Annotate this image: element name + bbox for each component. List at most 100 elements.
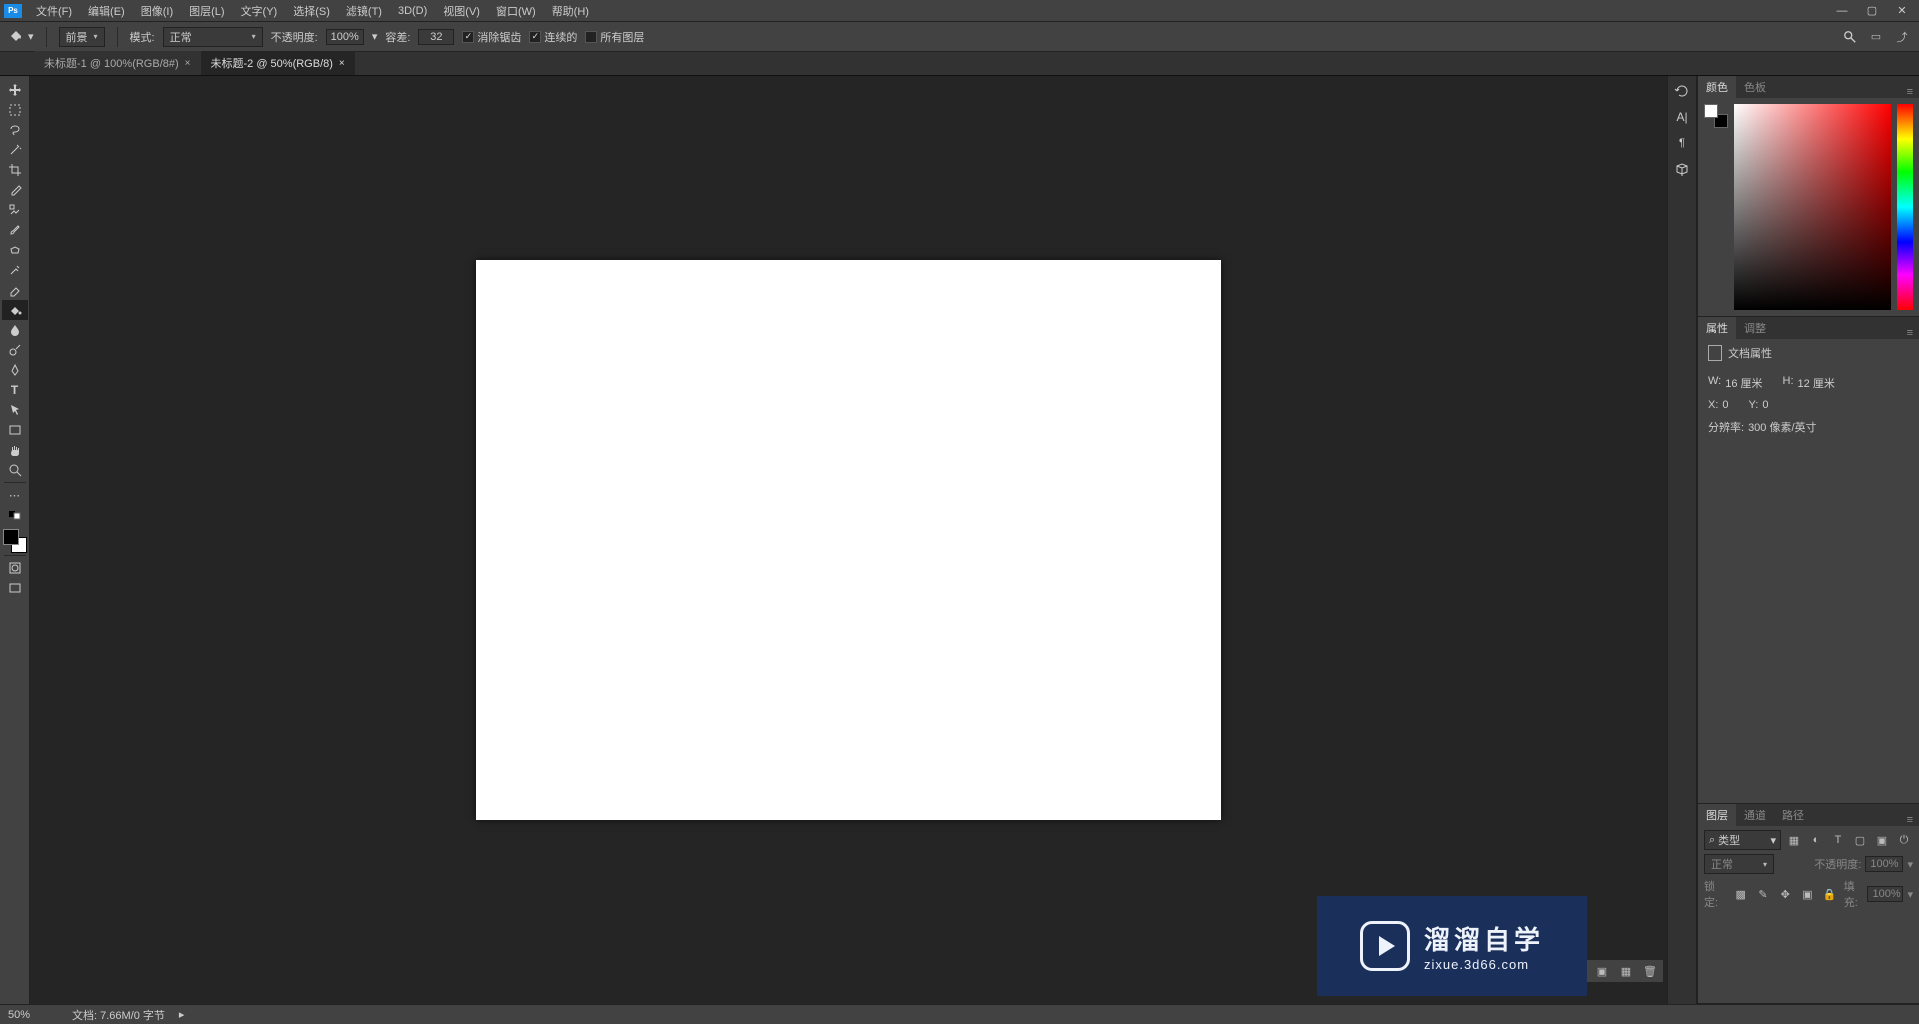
search-icon[interactable]: [1841, 28, 1859, 46]
history-panel-icon[interactable]: [1673, 82, 1691, 100]
document-tab[interactable]: 未标题-1 @ 100%(RGB/8#) ×: [34, 51, 201, 75]
clone-stamp-tool[interactable]: [2, 240, 28, 260]
eyedropper-tool[interactable]: [2, 180, 28, 200]
eraser-tool[interactable]: [2, 280, 28, 300]
edit-toolbar-button[interactable]: ⋯: [2, 485, 28, 505]
document-tab[interactable]: 未标题-2 @ 50%(RGB/8) ×: [201, 51, 355, 75]
fill-source-dropdown[interactable]: 前景 ▾: [59, 27, 105, 47]
all-layers-checkbox[interactable]: 所有图层: [585, 29, 644, 45]
layer-blend-mode-dropdown[interactable]: 正常 ▾: [1704, 854, 1774, 874]
close-icon[interactable]: ×: [185, 58, 191, 69]
tab-paths[interactable]: 路径: [1774, 804, 1812, 826]
blend-mode-dropdown[interactable]: 正常 ▾: [163, 27, 263, 47]
menu-view[interactable]: 视图(V): [435, 1, 488, 21]
character-panel-icon[interactable]: A|: [1673, 108, 1691, 126]
new-layer-icon[interactable]: ▦: [1617, 962, 1635, 980]
magic-wand-tool[interactable]: [2, 140, 28, 160]
marquee-tool[interactable]: [2, 100, 28, 120]
filter-type-icon[interactable]: T: [1829, 831, 1847, 849]
filter-smart-icon[interactable]: ▣: [1873, 831, 1891, 849]
lock-transparency-icon[interactable]: ▩: [1733, 885, 1749, 903]
lock-all-icon[interactable]: 🔒: [1822, 885, 1838, 903]
layer-blend-mode-value: 正常: [1711, 856, 1733, 872]
foreground-color-swatch[interactable]: [3, 529, 19, 545]
tool-preset[interactable]: ▾: [8, 27, 34, 46]
close-button[interactable]: ✕: [1889, 4, 1915, 18]
history-brush-tool[interactable]: [2, 260, 28, 280]
canvas[interactable]: [476, 260, 1221, 820]
maximize-button[interactable]: ▢: [1859, 4, 1885, 18]
blur-tool[interactable]: [2, 320, 28, 340]
brush-tool[interactable]: [2, 220, 28, 240]
lock-pixels-icon[interactable]: ✎: [1755, 885, 1771, 903]
zoom-tool[interactable]: [2, 460, 28, 480]
chevron-down-icon[interactable]: ▾: [1907, 858, 1913, 871]
tolerance-input[interactable]: 32: [418, 29, 454, 45]
panel-menu-icon[interactable]: ≡: [1901, 327, 1919, 339]
chevron-down-icon[interactable]: ▾: [1907, 888, 1913, 901]
filter-shape-icon[interactable]: ▢: [1851, 831, 1869, 849]
paint-bucket-tool[interactable]: [2, 300, 28, 320]
healing-brush-tool[interactable]: [2, 200, 28, 220]
tab-swatches[interactable]: 色板: [1736, 76, 1774, 98]
lock-position-icon[interactable]: ✥: [1777, 885, 1793, 903]
tab-layers[interactable]: 图层: [1698, 804, 1736, 826]
delete-layer-icon[interactable]: 🗑: [1641, 962, 1659, 980]
dodge-tool[interactable]: [2, 340, 28, 360]
filter-pixel-icon[interactable]: ▦: [1785, 831, 1803, 849]
minimize-button[interactable]: —: [1829, 4, 1855, 18]
close-icon[interactable]: ×: [339, 58, 345, 69]
tab-color[interactable]: 颜色: [1698, 76, 1736, 98]
antialias-checkbox[interactable]: ✓ 消除锯齿: [462, 29, 521, 45]
menu-filter[interactable]: 滤镜(T): [338, 1, 390, 21]
default-colors-icon[interactable]: [2, 505, 28, 525]
menu-3d[interactable]: 3D(D): [390, 3, 435, 19]
menu-window[interactable]: 窗口(W): [488, 1, 544, 21]
paragraph-panel-icon[interactable]: ¶: [1673, 134, 1691, 152]
hand-tool[interactable]: [2, 440, 28, 460]
crop-tool[interactable]: [2, 160, 28, 180]
pen-tool[interactable]: [2, 360, 28, 380]
menu-image[interactable]: 图像(I): [133, 1, 181, 21]
panel-menu-icon[interactable]: ≡: [1901, 814, 1919, 826]
filter-toggle-icon[interactable]: ⏻: [1895, 831, 1913, 849]
foreground-background-colors[interactable]: [3, 529, 27, 553]
opacity-input[interactable]: 100%: [326, 29, 364, 45]
tab-adjustments[interactable]: 调整: [1736, 317, 1774, 339]
color-field[interactable]: [1734, 104, 1891, 310]
panel-foreground-swatch[interactable]: [1704, 104, 1718, 118]
zoom-value[interactable]: 50%: [8, 1009, 58, 1021]
menu-edit[interactable]: 编辑(E): [80, 1, 133, 21]
menu-file[interactable]: 文件(F): [28, 1, 80, 21]
layer-filter-dropdown[interactable]: ⌕ 类型 ▾: [1704, 830, 1781, 850]
panel-menu-icon[interactable]: ≡: [1901, 86, 1919, 98]
fill-input[interactable]: 100%: [1867, 886, 1903, 902]
rectangle-tool[interactable]: [2, 420, 28, 440]
share-icon[interactable]: ⤴: [1893, 28, 1911, 46]
document-icon: [1708, 345, 1722, 361]
tab-channels[interactable]: 通道: [1736, 804, 1774, 826]
lock-artboard-icon[interactable]: ▣: [1799, 885, 1815, 903]
type-tool[interactable]: T: [2, 380, 28, 400]
menu-type[interactable]: 文字(Y): [233, 1, 286, 21]
x-label: X:: [1708, 399, 1718, 411]
menu-layer[interactable]: 图层(L): [181, 1, 232, 21]
chevron-down-icon[interactable]: ▾: [372, 30, 378, 43]
lasso-tool[interactable]: [2, 120, 28, 140]
quick-mask-toggle[interactable]: [2, 558, 28, 578]
menu-select[interactable]: 选择(S): [285, 1, 338, 21]
move-tool[interactable]: [2, 80, 28, 100]
menu-help[interactable]: 帮助(H): [544, 1, 597, 21]
contiguous-checkbox[interactable]: ✓ 连续的: [529, 29, 577, 45]
screen-mode-toggle[interactable]: [2, 578, 28, 598]
layer-opacity-input[interactable]: 100%: [1865, 856, 1903, 872]
3d-panel-icon[interactable]: [1673, 160, 1691, 178]
hue-slider[interactable]: [1897, 104, 1913, 310]
filter-adjustment-icon[interactable]: ◐: [1807, 831, 1825, 849]
panel-color-swatches[interactable]: [1704, 104, 1728, 128]
workspace-icon[interactable]: ▭: [1867, 28, 1885, 46]
tab-properties[interactable]: 属性: [1698, 317, 1736, 339]
group-icon[interactable]: ▣: [1593, 962, 1611, 980]
chevron-right-icon[interactable]: ▸: [179, 1008, 185, 1021]
path-selection-tool[interactable]: [2, 400, 28, 420]
